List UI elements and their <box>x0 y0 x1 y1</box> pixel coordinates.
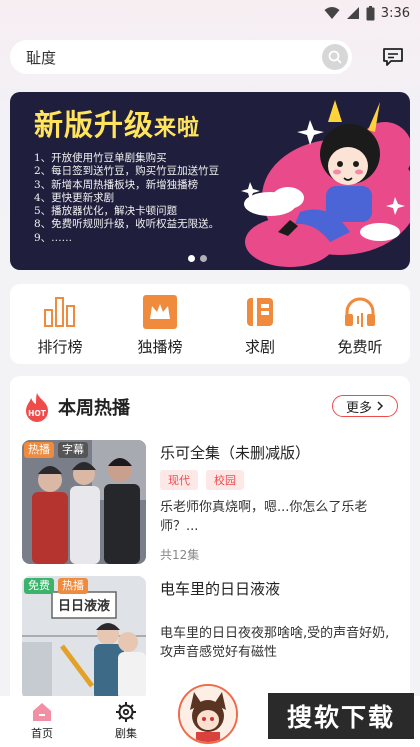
weekly-hot-section: HOT 本周热播 更多 热播 字幕 乐可全集（未删减版） 现代 校园 乐老师你真… <box>10 376 410 700</box>
more-label: 更多 <box>345 400 372 416</box>
cover-illustration <box>22 440 146 564</box>
more-button[interactable]: 更多 <box>332 395 398 417</box>
quick-entry-label: 免费听 <box>337 338 383 356</box>
tab-home-label: 首页 <box>31 727 53 740</box>
battery-icon <box>366 5 375 20</box>
search-input[interactable]: 耻度 <box>10 40 352 74</box>
banner-title: 新版升级来啦 <box>34 102 200 144</box>
quick-entry-request[interactable]: 求剧 <box>210 284 310 364</box>
genre-tag: 校园 <box>206 470 244 490</box>
genre-tags: 现代 校园 <box>160 470 244 490</box>
status-bar: 3:36 <box>0 0 420 26</box>
section-title: 本周热播 <box>58 398 130 419</box>
wifi-icon <box>324 7 340 19</box>
quick-entry-ranking[interactable]: 排行榜 <box>10 284 110 364</box>
crown-icon <box>142 294 178 330</box>
banner-illustration <box>241 100 410 267</box>
quick-entry-free-listen[interactable]: 免费听 <box>310 284 410 364</box>
pagination-dot[interactable] <box>200 255 207 262</box>
tab-home[interactable]: 首页 <box>12 696 72 747</box>
avatar <box>180 686 236 742</box>
search-row: 耻度 <box>10 40 410 76</box>
drama-description: 乐老师你真烧啊，嗯...你怎么了乐老师？... <box>160 500 368 534</box>
section-header: HOT 本周热播 <box>24 392 130 422</box>
chevron-right-icon <box>377 401 384 411</box>
drama-title: 电车里的日日液液 <box>160 580 281 598</box>
message-button[interactable] <box>380 44 406 70</box>
tag-free: 免费 <box>24 578 54 594</box>
message-icon <box>383 48 403 66</box>
status-time: 3:36 <box>380 5 410 21</box>
cover-illustration: 日日液液 <box>22 576 146 700</box>
center-avatar-button[interactable] <box>178 684 238 744</box>
hot-flame-icon: HOT <box>26 393 48 422</box>
search-placeholder: 耻度 <box>26 48 57 67</box>
tag-hot: 热播 <box>58 578 88 594</box>
search-icon <box>328 50 342 64</box>
banner-title-small: 来啦 <box>154 116 201 141</box>
banner-title-main: 新版升级 <box>34 108 155 142</box>
bar-chart-icon <box>42 294 78 330</box>
drama-description: 电车里的日日夜夜那啥啥,受的声音好奶,攻声音感觉好有磁性 <box>160 626 390 660</box>
drama-title: 乐可全集（未删减版） <box>160 444 311 462</box>
promo-banner[interactable]: 新版升级来啦 1、开放使用竹豆单剧集购买 2、每日签到送竹豆，购买竹豆加送竹豆 … <box>10 92 410 270</box>
search-button[interactable] <box>322 44 348 70</box>
quick-entry-exclusive[interactable]: 独播榜 <box>110 284 210 364</box>
cover-title-text: 日日液液 <box>58 598 110 614</box>
tab-dramas-label: 剧集 <box>115 727 137 740</box>
home-icon <box>33 703 51 721</box>
quick-entry-label: 排行榜 <box>37 338 83 356</box>
genre-tag: 现代 <box>160 470 198 490</box>
tag-hot: 热播 <box>24 442 54 458</box>
drama-cover[interactable]: 日日液液 免费 热播 <box>22 576 146 700</box>
signal-icon <box>346 7 359 19</box>
drama-cover[interactable]: 热播 字幕 <box>22 440 146 564</box>
hot-badge-text: HOT <box>28 409 47 418</box>
watermark: 搜软下载 <box>268 693 414 739</box>
headphones-icon <box>342 294 378 330</box>
drama-list-item[interactable]: 日日液液 免费 热播 电车里的日日液液 电车里的日日夜夜那啥啥,受的声音好奶,攻… <box>22 576 398 700</box>
tag-subtitle: 字幕 <box>58 442 88 458</box>
banner-pagination <box>188 255 207 262</box>
quick-entry-card: 排行榜 独播榜 求剧 免费听 <box>10 284 410 364</box>
pagination-dot[interactable] <box>188 255 195 262</box>
drama-list-item[interactable]: 热播 字幕 乐可全集（未删减版） 现代 校园 乐老师你真烧啊，嗯...你怎么了乐… <box>22 440 398 566</box>
book-icon <box>242 294 278 330</box>
quick-entry-label: 独播榜 <box>137 338 183 356</box>
gear-icon <box>116 702 136 722</box>
quick-entry-label: 求剧 <box>244 338 275 356</box>
tab-dramas[interactable]: 剧集 <box>96 696 156 747</box>
episode-count: 共12集 <box>160 548 200 562</box>
